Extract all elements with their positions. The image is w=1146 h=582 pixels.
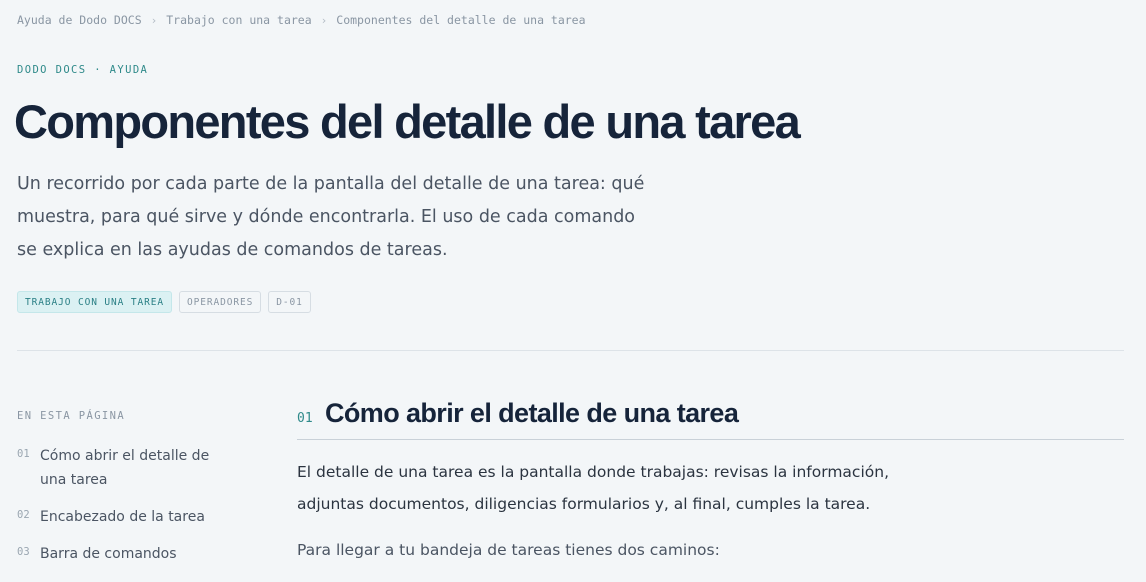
toc-item-number: 03 <box>17 546 30 558</box>
section-number: 01 <box>297 411 313 426</box>
header-divider <box>17 350 1124 351</box>
breadcrumb-separator-icon: › <box>320 13 328 27</box>
breadcrumb: Ayuda de Dodo DOCS › Trabajo con una tar… <box>17 13 586 27</box>
eyebrow-label: DODO DOCS · AYUDA <box>17 64 149 76</box>
section-header: 01 Cómo abrir el detalle de una tarea <box>297 398 1124 440</box>
breadcrumb-link-section[interactable]: Trabajo con una tarea <box>166 13 311 27</box>
toc-heading: EN ESTA PÁGINA <box>17 410 126 422</box>
toc-item-encabezado[interactable]: 02 Encabezado de la tarea <box>17 505 247 529</box>
breadcrumb-link-home[interactable]: Ayuda de Dodo DOCS <box>17 13 142 27</box>
breadcrumb-separator-icon: › <box>150 13 158 27</box>
section-paragraph: El detalle de una tarea es la pantalla d… <box>297 463 889 513</box>
tag-list: TRABAJO CON UNA TAREA OPERADORES D-01 <box>17 291 311 313</box>
toc-item-number: 01 <box>17 448 30 460</box>
toc-item-number: 02 <box>17 509 30 521</box>
section-paragraph: Para llegar a tu bandeja de tareas tiene… <box>297 541 720 559</box>
page-title: Componentes del detalle de una tarea <box>14 95 801 148</box>
section-abrir-detalle: 01 Cómo abrir el detalle de una tarea El… <box>297 398 1124 566</box>
toc-item-label: Encabezado de la tarea <box>40 509 205 525</box>
toc-item-label: Barra de comandos <box>40 546 177 562</box>
toc-item-barra-comandos[interactable]: 03 Barra de comandos <box>17 542 247 566</box>
section-title: Cómo abrir el detalle de una tarea <box>325 398 739 428</box>
breadcrumb-current: Componentes del detalle de una tarea <box>336 13 586 27</box>
page-lead: Un recorrido por cada parte de la pantal… <box>17 174 645 260</box>
toc-item-label: Cómo abrir el detalle de una tarea <box>40 448 210 488</box>
tag-doc-id: D-01 <box>268 291 311 313</box>
toc-item-abrir-detalle[interactable]: 01 Cómo abrir el detalle de una tarea <box>17 444 247 492</box>
table-of-contents: EN ESTA PÁGINA 01 Cómo abrir el detalle … <box>17 410 247 579</box>
tag-operadores: OPERADORES <box>179 291 262 313</box>
tag-trabajo-con-una-tarea: TRABAJO CON UNA TAREA <box>17 291 173 313</box>
